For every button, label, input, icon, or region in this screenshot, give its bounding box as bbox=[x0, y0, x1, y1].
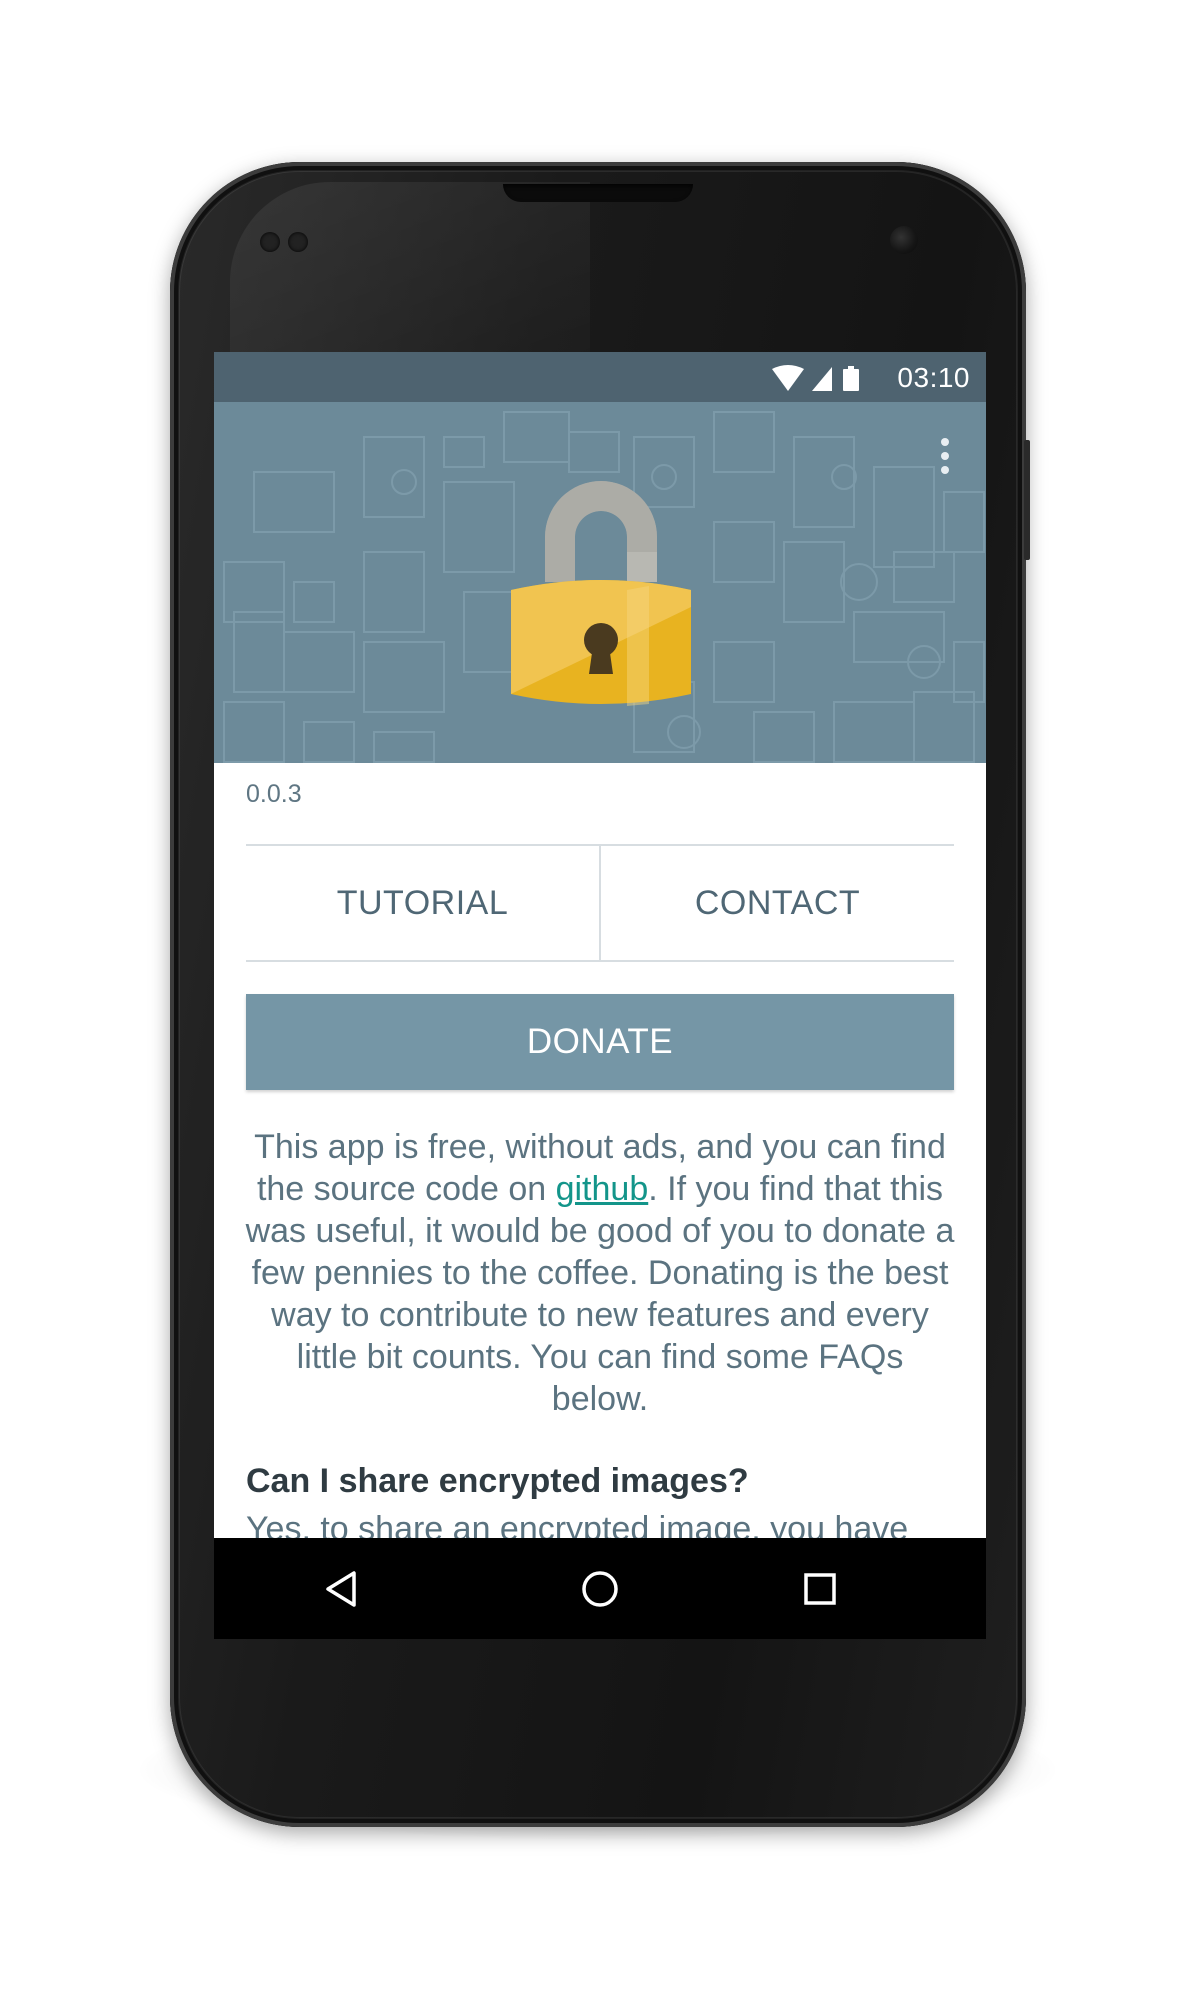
device-frame-stage: 03:10 0.0.3 TUTORIAL CONTACT DONATE This… bbox=[0, 0, 1195, 1994]
about-text: This app is free, without ads, and you c… bbox=[244, 1126, 956, 1420]
tab-contact[interactable]: CONTACT bbox=[601, 846, 954, 960]
donate-button[interactable]: DONATE bbox=[246, 994, 954, 1090]
app-screen: 03:10 0.0.3 TUTORIAL CONTACT DONATE This… bbox=[214, 352, 986, 1639]
header-banner bbox=[214, 402, 986, 763]
navigation-bar bbox=[214, 1538, 986, 1639]
status-bar: 03:10 bbox=[214, 352, 986, 402]
status-time: 03:10 bbox=[897, 362, 970, 393]
tab-tutorial[interactable]: TUTORIAL bbox=[246, 846, 599, 960]
app-version: 0.0.3 bbox=[246, 780, 302, 808]
faq-question: Can I share encrypted images? bbox=[246, 1462, 749, 1500]
tab-bar: TUTORIAL CONTACT bbox=[246, 844, 954, 962]
recents-icon[interactable] bbox=[794, 1563, 846, 1615]
github-link[interactable]: github bbox=[556, 1170, 649, 1208]
power-button bbox=[1024, 440, 1030, 560]
light-sensor bbox=[288, 232, 308, 252]
wifi-icon bbox=[772, 365, 804, 391]
unlocked-padlock-icon bbox=[511, 481, 691, 706]
proximity-sensor bbox=[260, 232, 280, 252]
back-icon[interactable] bbox=[314, 1563, 366, 1615]
earpiece-speaker bbox=[503, 184, 693, 202]
more-vert-icon[interactable] bbox=[940, 438, 950, 478]
status-icons bbox=[772, 365, 859, 391]
front-camera bbox=[890, 226, 918, 254]
home-icon[interactable] bbox=[574, 1563, 626, 1615]
battery-icon bbox=[843, 366, 859, 391]
